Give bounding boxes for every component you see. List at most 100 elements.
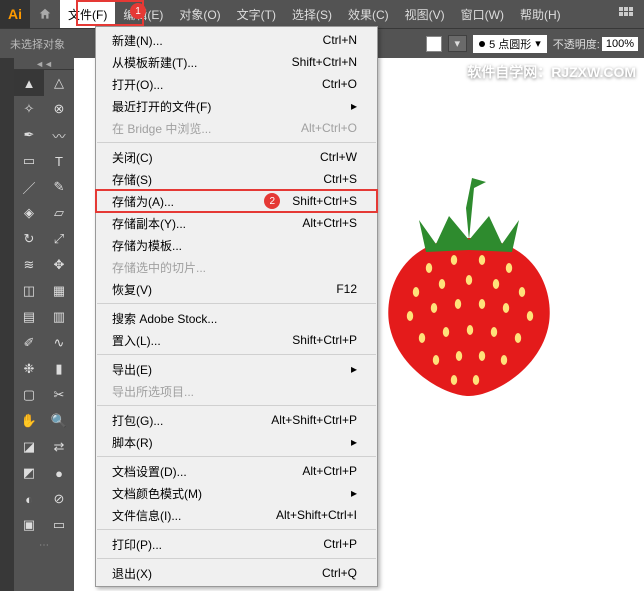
toolbar-collapse[interactable]: ◄◄ (14, 58, 74, 70)
menu-item-shortcut: Ctrl+W (320, 150, 357, 164)
arrange-documents-icon[interactable] (616, 4, 636, 24)
tool-curvature[interactable]: 〰 (44, 122, 74, 148)
menu-item[interactable]: 最近打开的文件(F)▸ (96, 95, 377, 117)
stroke-style-dropdown[interactable]: 5 点圆形 ▾ (473, 35, 547, 53)
tool-line[interactable]: ／ (14, 174, 44, 200)
tool-screen-mode[interactable]: ▣ (14, 512, 44, 538)
tool-rotate[interactable]: ↻ (14, 226, 44, 252)
menu-item-label: 最近打开的文件(F) (112, 98, 351, 115)
tool-magic-wand[interactable]: ✧ (14, 96, 44, 122)
tool-selection[interactable]: ▲ (14, 70, 44, 96)
menu-view[interactable]: 视图(V) (397, 0, 453, 28)
watermark: 软件自学网：RJZXW.COM (467, 62, 636, 82)
toolbar-more[interactable]: ⋯ (14, 538, 74, 552)
menu-item[interactable]: 退出(X)Ctrl+Q (96, 562, 377, 584)
menu-item-label: 文件信息(I)... (112, 507, 276, 524)
menu-window[interactable]: 窗口(W) (453, 0, 512, 28)
tool-artboard[interactable]: ▢ (14, 382, 44, 408)
menu-item[interactable]: 置入(L)...Shift+Ctrl+P (96, 329, 377, 351)
menu-item[interactable]: 搜索 Adobe Stock... (96, 307, 377, 329)
submenu-arrow-icon: ▸ (351, 486, 357, 500)
tool-type[interactable]: T (44, 148, 74, 174)
tool-lasso[interactable]: ⊗ (44, 96, 74, 122)
opacity-value[interactable]: 100% (602, 37, 638, 51)
menu-item-shortcut: Shift+Ctrl+P (292, 333, 357, 347)
file-menu-dropdown: 新建(N)...Ctrl+N从模板新建(T)...Shift+Ctrl+N打开(… (95, 26, 378, 587)
panel-dock-strip (0, 58, 14, 591)
tool-paintbrush[interactable]: ✎ (44, 174, 74, 200)
tool-gradient[interactable]: ▥ (44, 304, 74, 330)
tool-none[interactable]: ⊘ (44, 486, 74, 512)
tool-pen[interactable]: ✒ (14, 122, 44, 148)
menu-item[interactable]: 文件信息(I)...Alt+Shift+Ctrl+I (96, 504, 377, 526)
tool-width[interactable]: ≋ (14, 252, 44, 278)
menu-item: 导出所选项目... (96, 380, 377, 402)
menu-item[interactable]: 导出(E)▸ (96, 358, 377, 380)
menu-item[interactable]: 文档颜色模式(M)▸ (96, 482, 377, 504)
menu-item-label: 退出(X) (112, 565, 322, 582)
menu-item[interactable]: 存储为模板... (96, 234, 377, 256)
tool-shaper[interactable]: ◈ (14, 200, 44, 226)
fill-swatch[interactable] (426, 36, 442, 52)
menu-separator (97, 529, 376, 530)
tool-direct-selection[interactable]: △ (44, 70, 74, 96)
submenu-arrow-icon: ▸ (351, 99, 357, 113)
tool-zoom[interactable]: 🔍 (44, 408, 74, 434)
menu-type[interactable]: 文字(T) (229, 0, 284, 28)
menu-item[interactable]: 文档设置(D)...Alt+Ctrl+P (96, 460, 377, 482)
tool-symbol-sprayer[interactable]: ❉ (14, 356, 44, 382)
menu-item-label: 打包(G)... (112, 412, 271, 429)
selection-status: 未选择对象 (0, 36, 75, 52)
menu-item[interactable]: 新建(N)...Ctrl+N (96, 29, 377, 51)
menu-item-label: 打印(P)... (112, 536, 323, 553)
menu-item-shortcut: Shift+Ctrl+N (292, 55, 357, 69)
tool-perspective-grid[interactable]: ▦ (44, 278, 74, 304)
menu-item-label: 导出(E) (112, 361, 351, 378)
menu-item[interactable]: 存储(S)Ctrl+S (96, 168, 377, 190)
tool-gradient-mode[interactable]: ◐ (14, 486, 44, 512)
tool-swap[interactable]: ⇄ (44, 434, 74, 460)
menu-effect[interactable]: 效果(C) (340, 0, 397, 28)
menu-item[interactable]: 打开(O)...Ctrl+O (96, 73, 377, 95)
home-icon[interactable] (30, 0, 60, 28)
tool-default-fs[interactable]: ◩ (14, 460, 44, 486)
toolbar: ◄◄ ▲△✧⊗✒〰▭T／✎◈▱↻⤢≋✥◫▦▤▥✐∿❉▮▢✂✋🔍◪⇄◩●◐⊘▣▭ … (14, 58, 74, 591)
app-logo: Ai (0, 0, 30, 28)
menu-item[interactable]: 恢复(V)F12 (96, 278, 377, 300)
menu-item[interactable]: 存储为(A)...2Shift+Ctrl+S (96, 190, 377, 212)
menu-item[interactable]: 打包(G)...Alt+Shift+Ctrl+P (96, 409, 377, 431)
tool-eyedropper[interactable]: ✐ (14, 330, 44, 356)
tool-free-transform[interactable]: ✥ (44, 252, 74, 278)
menu-item[interactable]: 脚本(R)▸ (96, 431, 377, 453)
menu-separator (97, 303, 376, 304)
tool-column-graph[interactable]: ▮ (44, 356, 74, 382)
menu-file[interactable]: 文件(F) (60, 0, 115, 28)
tool-color[interactable]: ● (44, 460, 74, 486)
menu-item[interactable]: 存储副本(Y)...Alt+Ctrl+S (96, 212, 377, 234)
tool-change-screen[interactable]: ▭ (44, 512, 74, 538)
menubar: Ai 文件(F) 编辑(E) 对象(O) 文字(T) 选择(S) 效果(C) 视… (0, 0, 644, 28)
tool-blend[interactable]: ∿ (44, 330, 74, 356)
tool-fill-stroke[interactable]: ◪ (14, 434, 44, 460)
tool-hand[interactable]: ✋ (14, 408, 44, 434)
menu-help[interactable]: 帮助(H) (512, 0, 569, 28)
stroke-swatch[interactable]: ▾ (448, 35, 468, 52)
menu-object[interactable]: 对象(O) (171, 0, 228, 28)
submenu-arrow-icon: ▸ (351, 435, 357, 449)
menu-item-label: 在 Bridge 中浏览... (112, 120, 301, 137)
tool-mesh[interactable]: ▤ (14, 304, 44, 330)
menu-item: 存储选中的切片... (96, 256, 377, 278)
menu-item-shortcut: F12 (336, 282, 357, 296)
menu-item[interactable]: 从模板新建(T)...Shift+Ctrl+N (96, 51, 377, 73)
menu-item[interactable]: 关闭(C)Ctrl+W (96, 146, 377, 168)
menu-select[interactable]: 选择(S) (284, 0, 340, 28)
tool-slice[interactable]: ✂ (44, 382, 74, 408)
menu-item-label: 文档颜色模式(M) (112, 485, 351, 502)
tool-eraser[interactable]: ▱ (44, 200, 74, 226)
menu-item[interactable]: 打印(P)...Ctrl+P (96, 533, 377, 555)
tool-scale[interactable]: ⤢ (44, 226, 74, 252)
tool-rectangle[interactable]: ▭ (14, 148, 44, 174)
menu-item-shortcut: Alt+Shift+Ctrl+P (271, 413, 357, 427)
tool-shape-builder[interactable]: ◫ (14, 278, 44, 304)
menu-item-shortcut: Alt+Ctrl+P (302, 464, 357, 478)
